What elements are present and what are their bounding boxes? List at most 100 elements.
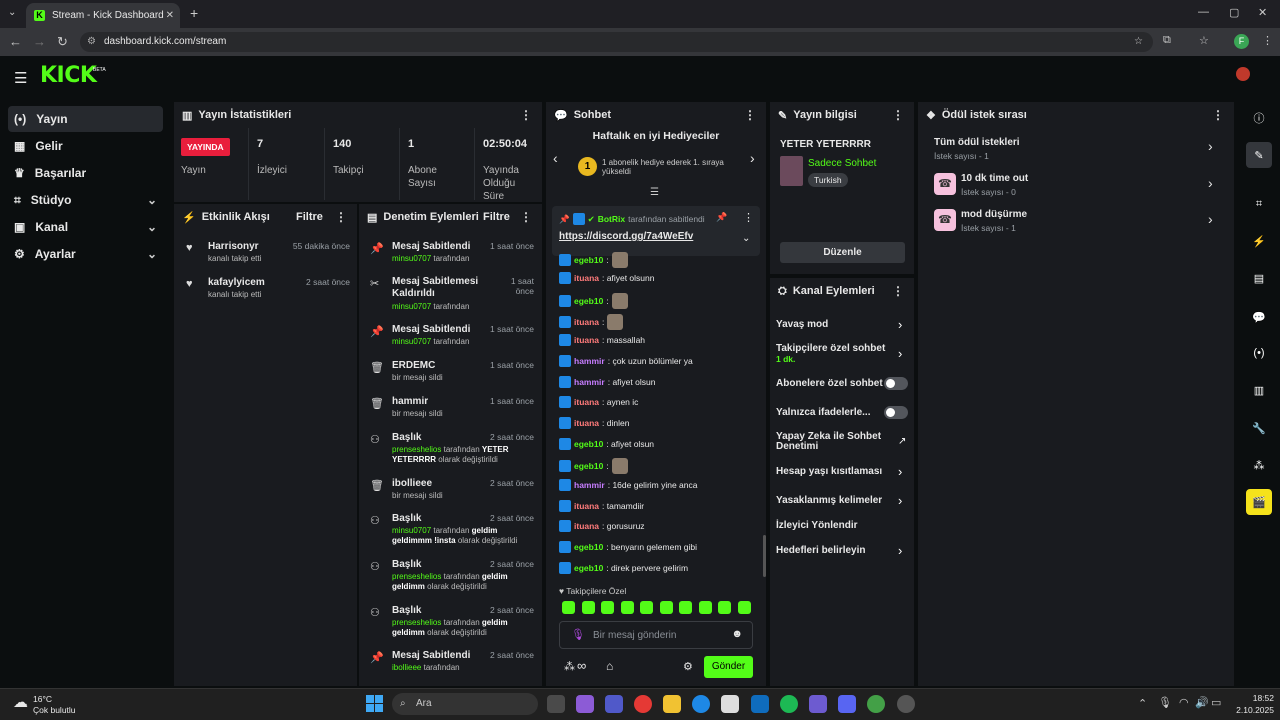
mod-user[interactable]: minsu0707	[392, 254, 431, 263]
banned-words-item[interactable]: Yasaklanmış kelimeler	[776, 495, 882, 506]
close-window-icon[interactable]: ✕	[1258, 6, 1267, 19]
taskbar-search[interactable]: ⌕ Ara	[392, 693, 538, 715]
slow-mode-item[interactable]: Yavaş mod	[776, 319, 828, 330]
user-avatar[interactable]	[1236, 67, 1250, 81]
file-explorer-icon[interactable]	[663, 695, 681, 713]
volume-icon[interactable]: 🔊	[1195, 696, 1209, 709]
copilot-icon[interactable]	[576, 695, 594, 713]
mod-user[interactable]: minsu0707	[392, 526, 431, 535]
wifi-icon[interactable]: ◠	[1179, 696, 1189, 709]
microphone-icon[interactable]: 🎙	[571, 628, 585, 641]
extensions-icon[interactable]: ⧉	[1163, 34, 1171, 47]
reward-title[interactable]: Tüm ödül istekleri	[934, 137, 1020, 148]
mod-user[interactable]: prenseshelios	[392, 618, 441, 627]
more-options-icon[interactable]: ⋮	[892, 284, 904, 298]
ai-moderation-item[interactable]: Yapay Zeka ile Sohbet Denetimi	[776, 432, 886, 452]
category-link[interactable]: Sadece Sohbet	[808, 158, 876, 169]
maximize-icon[interactable]: ▢	[1229, 6, 1239, 19]
notes-icon[interactable]: ▤	[1246, 265, 1272, 291]
community-icon[interactable]: ⁂	[1246, 452, 1272, 478]
more-options-icon[interactable]: ⋮	[1212, 108, 1224, 122]
lightning-icon[interactable]: ⚡	[1246, 228, 1272, 254]
emote-icon[interactable]	[659, 601, 673, 614]
spotify-icon[interactable]	[780, 695, 798, 713]
sidebar-item-kanal[interactable]: ▣ Kanal ⌄	[8, 214, 163, 240]
more-options-icon[interactable]: ⋮	[520, 108, 532, 122]
external-link-icon[interactable]: ↗	[898, 436, 906, 447]
mod-user[interactable]: prenseshelios	[392, 572, 441, 581]
store-icon[interactable]: ⌂	[606, 659, 613, 673]
chevron-right-icon[interactable]: ›	[1208, 175, 1213, 191]
raid-item[interactable]: İzleyici Yönlendir	[776, 520, 858, 531]
edit-stream-button[interactable]: Düzenle	[780, 242, 905, 263]
mod-user[interactable]: ibollieee	[392, 663, 421, 672]
outlook-icon[interactable]	[751, 695, 769, 713]
reward-title[interactable]: 10 dk time out	[961, 173, 1028, 184]
battery-icon[interactable]: ▭	[1211, 696, 1221, 709]
reload-icon[interactable]: ↻	[57, 34, 68, 50]
emote-icon[interactable]	[737, 601, 751, 614]
mod-user[interactable]: minsu0707	[392, 302, 431, 311]
chat-username[interactable]: ituana	[574, 273, 599, 283]
sidebar-item-ayarlar[interactable]: ⚙ Ayarlar ⌄	[8, 241, 163, 267]
emote-icon[interactable]	[679, 601, 692, 614]
clapper-icon[interactable]: 🎬	[1246, 489, 1272, 515]
chat-username[interactable]: ituana	[574, 501, 599, 511]
wrench-icon[interactable]: 🔧	[1246, 415, 1272, 441]
infinity-icon[interactable]: ∞	[577, 658, 586, 673]
chevron-right-icon[interactable]: ›	[750, 150, 755, 166]
chevron-right-icon[interactable]: ›	[898, 543, 902, 558]
broadcast-icon[interactable]: (•)	[1246, 340, 1272, 366]
chat-username[interactable]: egeb10	[574, 296, 603, 306]
chat-username[interactable]: ituana	[574, 317, 599, 327]
chat-username[interactable]: ituana	[574, 397, 599, 407]
hamburger-menu-icon[interactable]: ☰	[14, 69, 27, 87]
discord-icon[interactable]	[838, 695, 856, 713]
filter-lines-icon[interactable]: ☰	[650, 187, 659, 198]
chat-username[interactable]: hammir	[574, 377, 605, 387]
weather-icon[interactable]: ☁	[13, 693, 28, 711]
browser-menu-icon[interactable]: ⋮	[1262, 34, 1273, 47]
sidebar-item-studyo[interactable]: ⌗ Stüdyo ⌄	[8, 187, 163, 213]
chevron-right-icon[interactable]: ›	[898, 493, 902, 508]
chevron-left-icon[interactable]: ‹	[553, 150, 558, 166]
close-tab-icon[interactable]: ✕	[166, 10, 174, 21]
chat-username[interactable]: ituana	[574, 335, 599, 345]
chrome-profile-icon[interactable]	[867, 695, 885, 713]
chat-username[interactable]: ituana	[574, 521, 599, 531]
info-icon[interactable]: ⓘ	[1246, 105, 1272, 131]
follower-name[interactable]: Harrisonyr	[208, 241, 259, 252]
chat-username[interactable]: ituana	[574, 418, 599, 428]
chevron-down-icon[interactable]: ⌄	[742, 233, 750, 244]
chat-scrollbar[interactable]	[763, 535, 766, 577]
favorites-icon[interactable]: ☆	[1199, 34, 1209, 47]
edge-icon[interactable]	[692, 695, 710, 713]
bookmark-star-icon[interactable]: ☆	[1134, 32, 1143, 52]
chat-username[interactable]: hammir	[574, 356, 605, 366]
chrome-icon[interactable]	[634, 695, 652, 713]
more-options-icon[interactable]: ⋮	[743, 211, 754, 224]
filter-button[interactable]: Filtre	[483, 211, 510, 223]
chat-username[interactable]: hammir	[574, 480, 605, 490]
chevron-right-icon[interactable]: ›	[898, 346, 902, 361]
back-icon[interactable]: ←	[9, 34, 22, 49]
tab-search-icon[interactable]: ⌄	[8, 7, 16, 18]
minimize-icon[interactable]: —	[1198, 6, 1209, 18]
emote-icon[interactable]	[562, 601, 575, 614]
sidebar-item-yayin[interactable]: (•) Yayın	[8, 106, 163, 132]
site-info-icon[interactable]: ⚙	[87, 32, 96, 52]
chevron-right-icon[interactable]: ›	[898, 464, 902, 479]
windows-start-icon[interactable]	[366, 695, 383, 712]
focus-icon[interactable]: ⌗	[1246, 191, 1272, 217]
task-view-icon[interactable]	[547, 695, 565, 713]
more-options-icon[interactable]: ⋮	[335, 210, 347, 224]
clock-date[interactable]: 2.10.2025	[1228, 705, 1274, 715]
chat-username[interactable]: egeb10	[574, 461, 603, 471]
browser-tab[interactable]: K Stream - Kick Dashboard ✕	[26, 3, 180, 28]
emote-icon[interactable]	[698, 601, 712, 614]
chat-username[interactable]: egeb10	[574, 542, 603, 552]
emote-icon[interactable]	[718, 601, 731, 614]
send-button[interactable]: Gönder	[704, 656, 753, 678]
emote-icon[interactable]	[581, 601, 595, 614]
forward-icon[interactable]: →	[33, 34, 46, 49]
